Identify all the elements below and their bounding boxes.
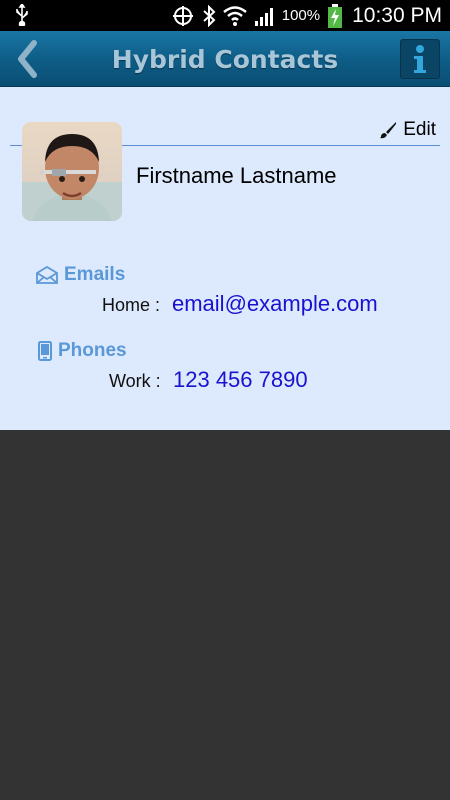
phone-icon — [38, 341, 52, 361]
app-header: Hybrid Contacts — [0, 31, 450, 87]
phone-type-label: Work : — [109, 371, 161, 391]
empty-area — [0, 430, 450, 800]
sync-icon — [172, 5, 193, 26]
email-type-label: Home : — [102, 295, 161, 315]
envelope-icon — [36, 266, 58, 284]
wifi-icon — [222, 5, 247, 26]
signal-icon — [254, 7, 273, 26]
clock: 10:30 PM — [352, 3, 442, 27]
emails-heading: Emails — [36, 264, 125, 286]
usb-icon — [16, 4, 28, 26]
brush-icon — [380, 122, 397, 139]
email-link[interactable]: email@example.com — [172, 291, 378, 317]
status-bar: 100% 10:30 PM — [0, 0, 450, 31]
info-icon — [414, 45, 426, 73]
phone-link[interactable]: 123 456 7890 — [173, 367, 308, 393]
battery-charging-icon — [328, 3, 343, 28]
battery-percent: 100% — [281, 7, 321, 24]
info-button[interactable] — [400, 39, 440, 79]
edit-label: Edit — [403, 119, 436, 140]
contact-photo — [22, 122, 122, 221]
avatar — [22, 122, 122, 221]
phones-heading-label: Phones — [58, 340, 127, 361]
contact-name: Firstname Lastname — [136, 163, 337, 188]
emails-heading-label: Emails — [64, 264, 126, 285]
bluetooth-icon — [203, 4, 216, 27]
contact-detail-panel: Edit Firstname Lastname Emails Home: em… — [0, 87, 450, 430]
phones-heading: Phones — [38, 340, 127, 362]
page-title: Hybrid Contacts — [111, 45, 339, 74]
edit-button[interactable]: Edit — [379, 119, 436, 141]
